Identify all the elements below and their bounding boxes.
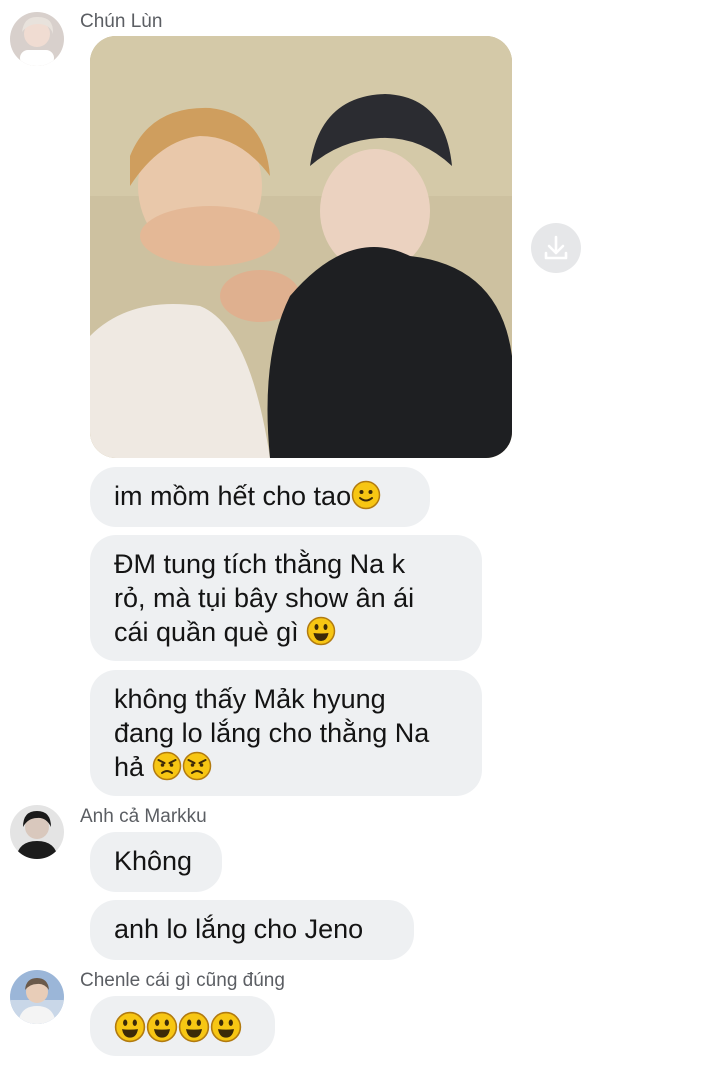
grinning-face-icon <box>210 1011 242 1043</box>
sender-name: Anh cả Markku <box>80 806 207 827</box>
message-text: im mồm hết cho tao <box>114 481 352 511</box>
grinning-face-icon <box>114 1011 146 1043</box>
message-line: không thấy Mảk hyung <box>114 684 386 714</box>
message-bubble[interactable]: im mồm hết cho tao <box>90 467 430 527</box>
message-bubble[interactable]: Không <box>90 832 222 892</box>
avatar-chun-lun[interactable] <box>10 12 64 66</box>
avatar-chenle[interactable] <box>10 970 64 1024</box>
photo-attachment[interactable] <box>90 36 512 458</box>
message-line: đang lo lắng cho thằng Na <box>114 718 430 748</box>
message-bubble[interactable]: ĐM tung tích thằng Na k rỏ, mà tụi bây s… <box>90 535 482 661</box>
message-line: ĐM tung tích thằng Na k <box>114 549 406 579</box>
message-text: anh lo lắng cho Jeno <box>114 914 364 944</box>
download-icon[interactable] <box>531 223 581 273</box>
angry-face-icon <box>152 751 182 781</box>
message-bubble[interactable]: không thấy Mảk hyung đang lo lắng cho th… <box>90 670 482 796</box>
sender-name: Chún Lùn <box>80 11 163 32</box>
message-line: hả <box>114 752 152 782</box>
message-bubble[interactable] <box>90 996 275 1056</box>
message-bubble[interactable]: anh lo lắng cho Jeno <box>90 900 414 960</box>
grinning-face-icon <box>306 616 336 646</box>
slightly-smiling-face-icon <box>351 480 381 510</box>
sender-name: Chenle cái gì cũng đúng <box>80 970 285 991</box>
grinning-face-icon <box>146 1011 178 1043</box>
message-text: Không <box>114 846 193 876</box>
message-line: cái quần què gì <box>114 617 307 647</box>
grinning-face-icon <box>178 1011 210 1043</box>
chat-thread: Chún Lùn im mồm hết cho tao ĐM tung tích… <box>0 0 720 1066</box>
angry-face-icon <box>182 751 212 781</box>
avatar-markku[interactable] <box>10 805 64 859</box>
message-line: rỏ, mà tụi bây show ân ái <box>114 583 415 613</box>
